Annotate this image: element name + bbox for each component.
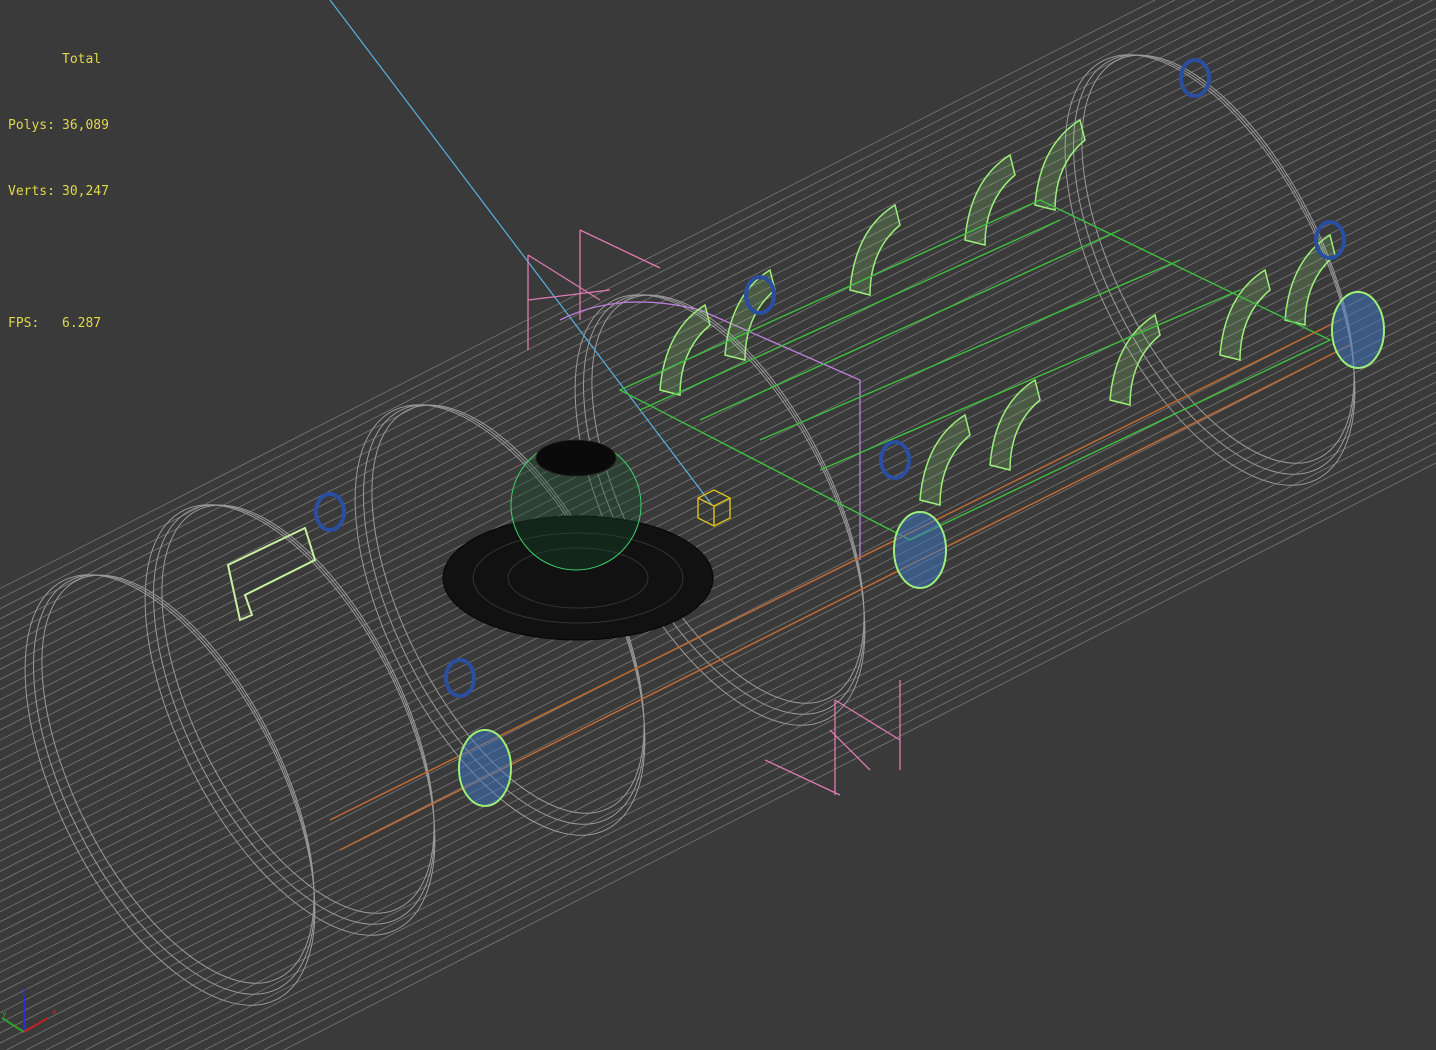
wireframe-scene[interactable] [0,0,1436,1050]
blue-ring [314,492,346,532]
outer-cylinder-wireframe [0,0,1436,1050]
tube-line [0,230,1436,963]
tube-line [0,88,1436,822]
tube-line [65,351,1436,1050]
tube-line [0,18,1436,751]
tube-line [0,210,1436,943]
tube-line [0,58,1436,791]
verts-label: Verts: [8,184,55,199]
wheel [458,729,512,807]
tube-line [0,129,1436,862]
tube-line [0,250,1436,983]
ring [41,574,315,984]
tube-line [144,391,1436,1050]
light-target-line [329,0,713,506]
stats-header: Total [62,52,102,67]
tube-line [263,452,1436,1050]
tube-line [0,78,1436,812]
tube-line [125,381,1436,1050]
light-cube [697,489,731,527]
tube-line [0,0,1433,731]
tube-line [6,321,1436,1050]
tube-line [0,311,1436,1044]
viewport-statistics: Total Polys: 36,089 Verts: 30,247 FPS: 6.28… [8,5,109,379]
axis-x-label: x [52,1007,57,1016]
fps-value: 6.287 [62,316,102,331]
tube-line [0,270,1436,1004]
green-fin [964,153,1016,246]
tube-line [0,300,1436,1034]
ring [33,574,315,995]
cylinder-rings [24,54,1356,1006]
tube-line [0,199,1436,933]
3d-viewport[interactable]: Total Polys: 36,089 Verts: 30,247 FPS: 6.28… [0,0,1436,1050]
sphere-cap [535,439,617,477]
tube-line [0,260,1436,993]
wheel [1331,291,1385,369]
axis-z-label: z [22,987,26,996]
tube-line [0,68,1436,802]
tube-line [0,98,1436,832]
polys-label: Polys: [8,118,55,133]
tube-line [0,189,1436,923]
green-fin [1109,313,1161,406]
tube-line [0,119,1436,852]
green-fin [919,413,971,506]
tube-line [0,280,1436,1014]
green-fin [1284,233,1336,326]
tube-line [204,422,1436,1050]
tube-line [0,179,1436,913]
tube-line [224,432,1436,1050]
wheel [893,511,947,589]
tube-line [0,0,1413,721]
axis-gizmo-icon: z x y [1,987,57,1033]
fps-label: FPS: [8,316,40,331]
tube-line [25,331,1436,1050]
verts-value: 30,247 [62,184,109,199]
axis-y-label: y [2,1009,7,1018]
polys-value: 36,089 [62,118,109,133]
green-fin [849,203,901,296]
green-fin [1219,268,1271,361]
blue-ring [879,440,911,480]
tube-line [0,48,1436,781]
green-fin [1034,118,1086,211]
blue-ring [444,658,476,698]
tube-line [0,159,1436,892]
tube-line [0,109,1436,842]
